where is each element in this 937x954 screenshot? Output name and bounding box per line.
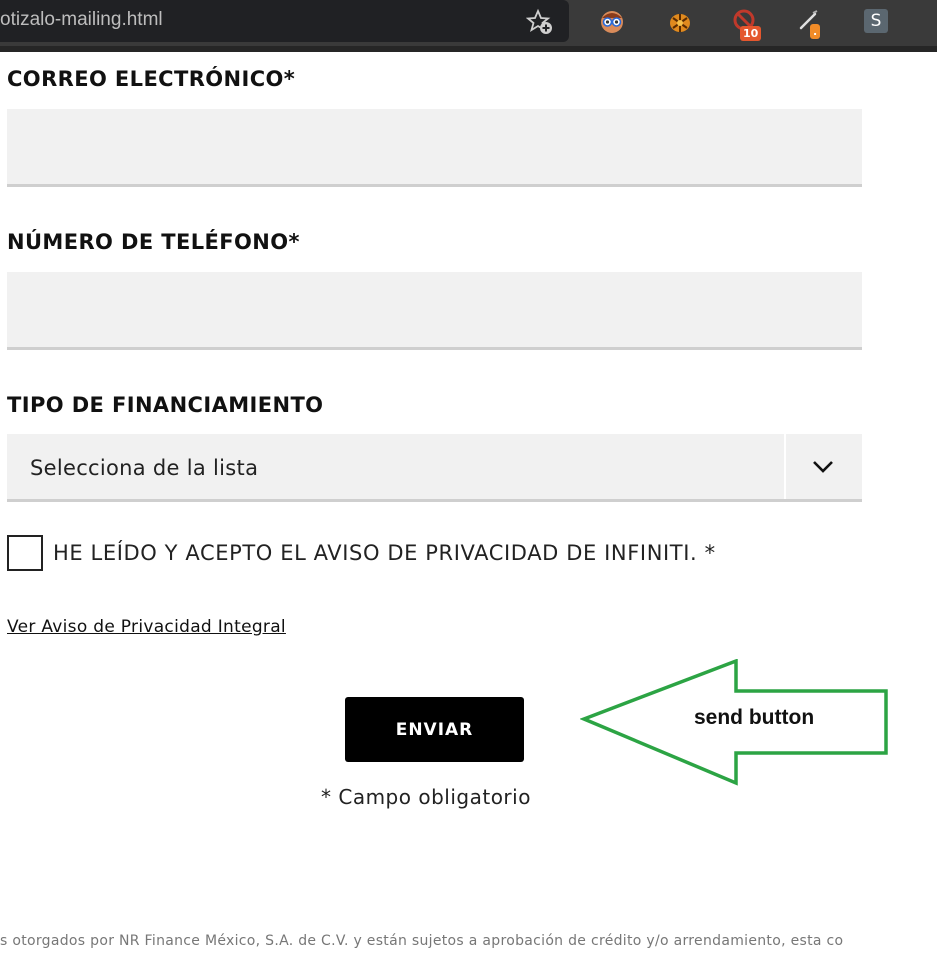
privacy-consent-label: HE LEÍDO Y ACEPTO EL AVISO DE PRIVACIDAD… xyxy=(53,541,716,565)
url-text[interactable]: otizalo-mailing.html xyxy=(0,9,163,31)
blocker-extension-icon[interactable]: 10 xyxy=(732,8,762,41)
address-bar[interactable]: otizalo-mailing.html xyxy=(0,0,569,42)
profile-avatar[interactable]: S xyxy=(864,9,888,33)
email-label: CORREO ELECTRÓNICO* xyxy=(7,67,296,91)
financing-type-selected-value: Selecciona de la lista xyxy=(30,456,259,480)
bug-extension-icon[interactable] xyxy=(666,8,694,36)
pencil-extension-icon[interactable]: . xyxy=(798,8,826,39)
annotation-label: send button xyxy=(694,706,815,729)
required-field-note: * Campo obligatorio xyxy=(321,785,531,809)
privacy-notice-link[interactable]: Ver Aviso de Privacidad Integral xyxy=(7,617,286,637)
extension-badge-dot: . xyxy=(810,24,821,39)
email-field[interactable] xyxy=(7,109,862,187)
glasses-face-extension-icon[interactable] xyxy=(598,8,626,36)
legal-disclaimer: s otorgados por NR Finance México, S.A. … xyxy=(0,933,844,949)
phone-label: NÚMERO DE TELÉFONO* xyxy=(7,230,300,254)
send-button[interactable]: ENVIAR xyxy=(345,697,524,762)
bookmark-star-icon[interactable] xyxy=(526,8,554,36)
financing-type-select[interactable]: Selecciona de la lista xyxy=(7,434,862,502)
privacy-consent-checkbox[interactable] xyxy=(7,535,43,571)
select-divider xyxy=(784,434,786,499)
phone-field[interactable] xyxy=(7,272,862,350)
browser-toolbar: otizalo-mailing.html 10 . S xyxy=(0,0,937,52)
chevron-down-icon[interactable] xyxy=(811,454,835,478)
financing-type-label: TIPO DE FINANCIAMIENTO xyxy=(7,393,324,417)
extension-badge-count: 10 xyxy=(740,26,762,41)
